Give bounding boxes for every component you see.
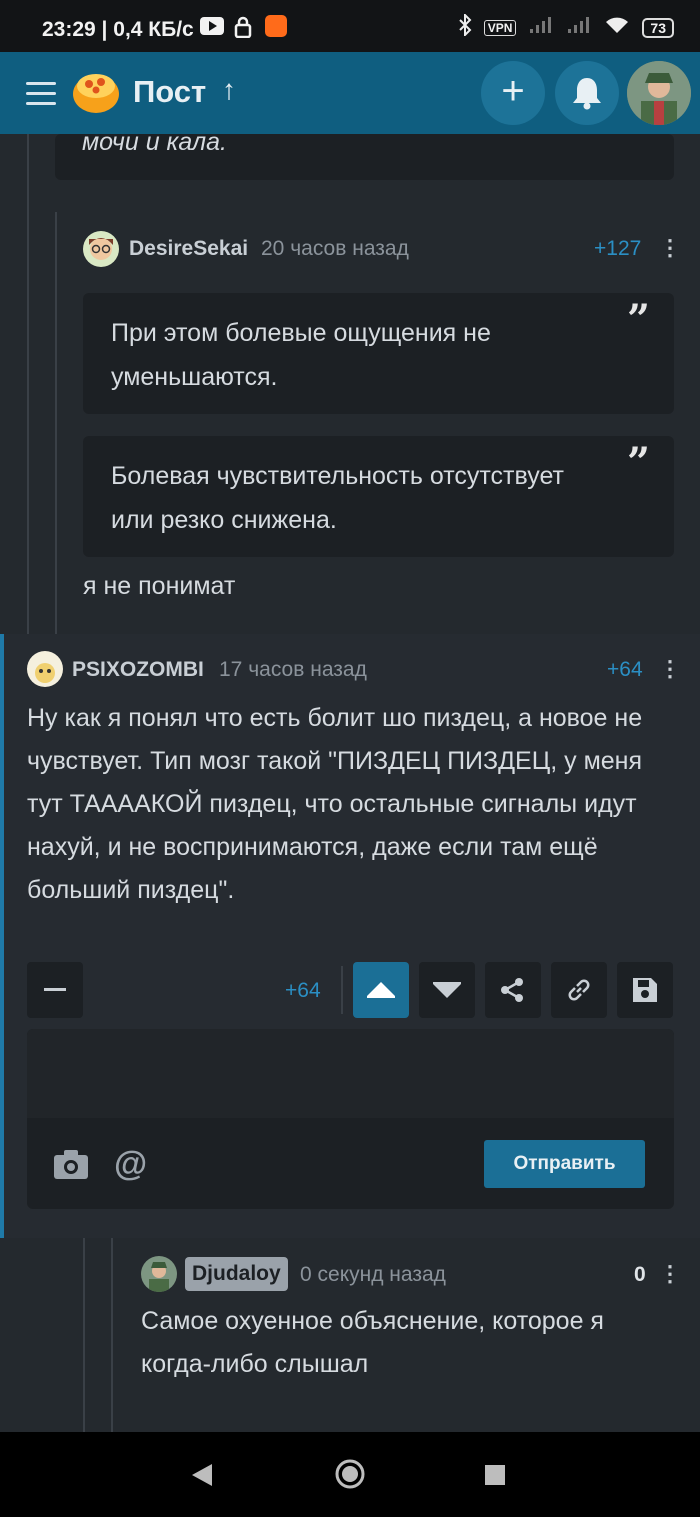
downvote-button[interactable]: [419, 962, 475, 1018]
arrow-up-icon: [367, 982, 395, 998]
comment-author[interactable]: DesireSekai: [129, 237, 248, 261]
comment-text: я не понимат: [83, 572, 236, 600]
comment-time: 17 часов назад: [219, 658, 367, 681]
quote-icon: ”: [627, 296, 651, 343]
share-button[interactable]: [485, 962, 541, 1018]
menu-icon[interactable]: [26, 82, 56, 112]
quote-block: Болевая чувствительность отсутствует или…: [83, 436, 674, 557]
comment-author: Djudaloy: [192, 1262, 281, 1285]
quote-text: Болевая чувствительность отсутствует или…: [111, 462, 564, 534]
add-post-button[interactable]: +: [481, 61, 545, 125]
collapse-button[interactable]: [27, 962, 83, 1018]
vpn-badge: VPN: [483, 19, 517, 36]
user-avatar[interactable]: [627, 61, 691, 125]
logo-icon[interactable]: [72, 70, 120, 114]
avatar[interactable]: [141, 1256, 177, 1292]
recents-icon[interactable]: [484, 1464, 506, 1491]
notifications-button[interactable]: [555, 61, 619, 125]
status-bar: 23:29 | 0,4 КБ/с VPN 73: [0, 0, 700, 52]
thread-line: [83, 1238, 85, 1432]
more-options-icon[interactable]: ⋮: [659, 235, 681, 261]
more-options-icon[interactable]: ⋮: [659, 656, 681, 682]
quote-text: При этом болевые ощущения не уменьшаются…: [111, 319, 491, 391]
comment-author[interactable]: PSIXOZOMBI: [72, 658, 204, 682]
comment-score: +127: [594, 237, 642, 260]
arrow-down-icon: [433, 982, 461, 998]
share-icon: [501, 978, 523, 1002]
quote-block: мочи и кала.: [55, 128, 674, 180]
status-time: 23:29: [42, 18, 96, 41]
back-icon[interactable]: [190, 1462, 214, 1493]
comment-text: Ну как я понял что есть болит шо пиздец,…: [27, 704, 643, 904]
quote-icon: ”: [627, 439, 651, 486]
bluetooth-icon: [458, 12, 472, 41]
comment-time: 20 часов назад: [261, 237, 409, 260]
minus-icon: [44, 988, 66, 991]
link-icon: [568, 979, 590, 1001]
comment-text: Самое охуенное объяснение, которое я ког…: [141, 1307, 604, 1378]
comment-score: 0: [634, 1263, 646, 1286]
send-button[interactable]: Отправить: [484, 1140, 645, 1188]
thread-line: [55, 212, 57, 634]
save-button[interactable]: [617, 962, 673, 1018]
camera-icon[interactable]: [53, 1148, 89, 1185]
action-score: +64: [285, 979, 321, 1002]
upvote-button[interactable]: [353, 962, 409, 1018]
divider: [341, 966, 343, 1014]
thread-line: [111, 1238, 113, 1432]
avatar[interactable]: [27, 651, 63, 687]
comment-time: 0 секунд назад: [300, 1263, 446, 1286]
signal-icon-2: [566, 15, 592, 40]
floppy-disk-icon: [633, 978, 657, 1002]
reply-input[interactable]: [27, 1029, 674, 1118]
mention-icon[interactable]: @: [114, 1145, 147, 1184]
signal-icon: [528, 15, 554, 40]
bell-icon: [573, 78, 601, 110]
page-title: Пост: [133, 74, 207, 109]
network-speed: 0,4 КБ/с: [113, 18, 194, 41]
avatar[interactable]: [83, 231, 119, 267]
battery-indicator: 73: [642, 17, 674, 38]
more-options-icon[interactable]: ⋮: [659, 1261, 681, 1287]
system-nav-bar: [0, 1432, 700, 1517]
youtube-icon: [200, 17, 224, 41]
current-user-badge[interactable]: Djudaloy: [185, 1257, 288, 1291]
home-icon[interactable]: [334, 1458, 366, 1495]
highlight-bar: [0, 634, 4, 1238]
copy-link-button[interactable]: [551, 962, 607, 1018]
wifi-icon: [604, 15, 630, 40]
recorder-icon: [265, 15, 287, 37]
quote-block: При этом болевые ощущения не уменьшаются…: [83, 293, 674, 414]
thread-line: [27, 134, 29, 634]
quote-text: мочи и кала.: [82, 128, 227, 156]
scroll-up-arrow-icon[interactable]: ↑: [222, 74, 236, 106]
comment-score: +64: [607, 658, 643, 681]
lock-icon: [234, 16, 252, 44]
